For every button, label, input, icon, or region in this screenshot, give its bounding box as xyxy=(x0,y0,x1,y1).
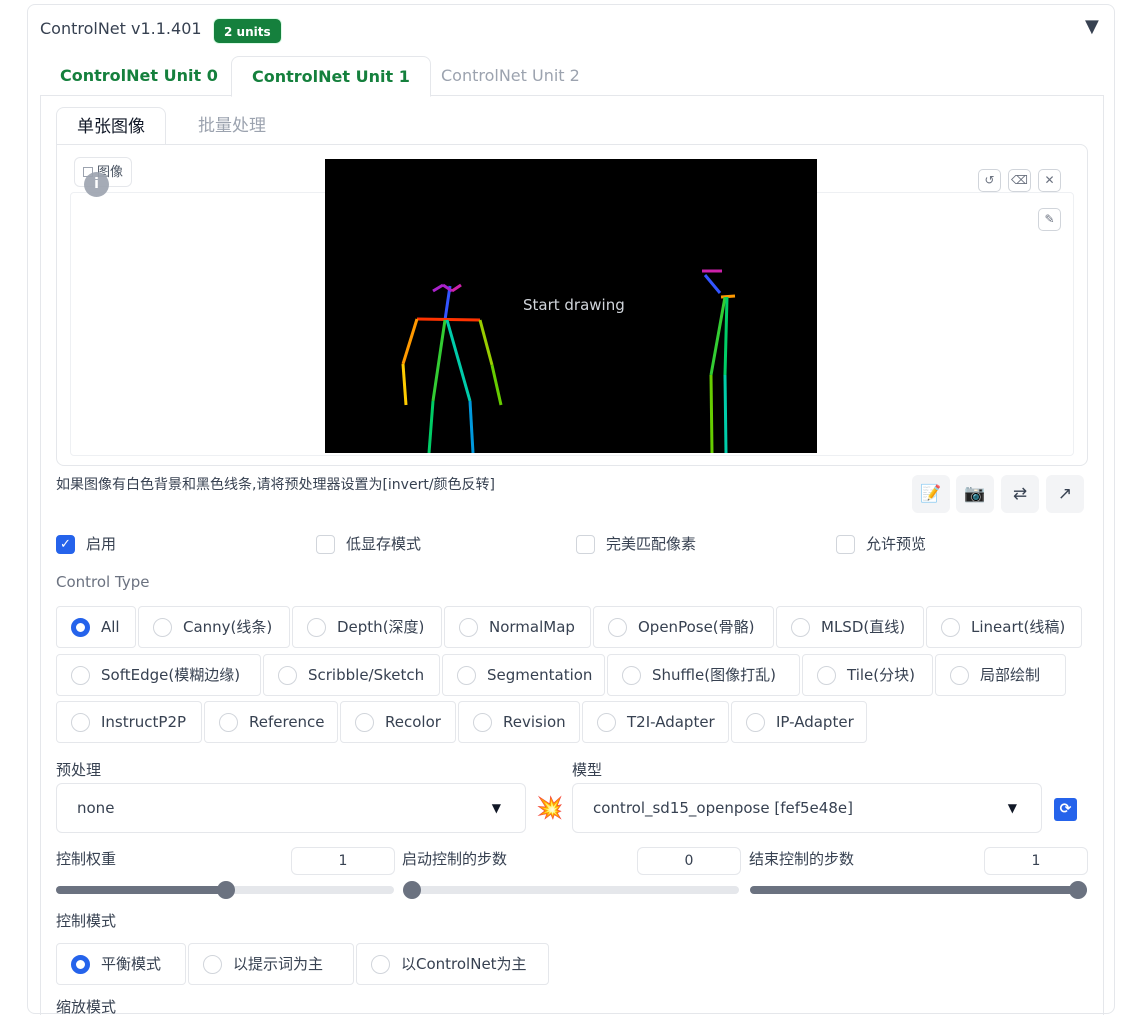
control-type-option[interactable]: SoftEdge(模糊边缘) xyxy=(56,654,261,696)
resize-mode-label: 缩放模式 xyxy=(56,998,117,1016)
units-badge: 2 units xyxy=(213,18,282,44)
preprocessor-label: 预处理 xyxy=(56,761,102,779)
canvas-overlay-text: Start drawing xyxy=(523,296,625,314)
run-preprocessor-icon[interactable]: 💥 xyxy=(536,796,563,821)
weight-input[interactable]: 1 xyxy=(291,847,395,875)
end-step-slider-thumb[interactable] xyxy=(1069,881,1087,899)
control-type-option[interactable]: IP-Adapter xyxy=(731,701,867,743)
edit-icon[interactable]: 📝 xyxy=(912,475,950,513)
allow-preview-checkbox[interactable] xyxy=(836,535,855,554)
start-step-slider[interactable] xyxy=(403,886,739,894)
chevron-down-icon: ▼ xyxy=(491,801,501,815)
weight-slider-fill xyxy=(56,886,226,894)
tab-batch[interactable]: 批量处理 xyxy=(178,107,286,145)
enable-checkbox[interactable]: ✓ xyxy=(56,535,75,554)
preprocessor-value: none xyxy=(77,799,115,817)
model-select[interactable]: control_sd15_openpose [fef5e48e] ▼ xyxy=(572,783,1042,833)
panel-title[interactable]: ControlNet v1.1.401 xyxy=(40,19,202,38)
image-tab-bar: 单张图像 批量处理 xyxy=(56,107,1088,146)
control-type-label: Control Type xyxy=(56,573,150,591)
control-type-option[interactable]: All xyxy=(56,606,136,648)
control-type-option[interactable]: Depth(深度) xyxy=(292,606,442,648)
low-vram-checkbox[interactable] xyxy=(316,535,335,554)
tab-unit-0[interactable]: ControlNet Unit 0 xyxy=(40,56,238,96)
enable-label: 启用 xyxy=(86,535,117,553)
control-type-option[interactable]: Lineart(线稿) xyxy=(926,606,1082,648)
control-mode-option[interactable]: 平衡模式 xyxy=(56,943,186,985)
tab-unit-2[interactable]: ControlNet Unit 2 xyxy=(421,56,600,96)
control-type-option[interactable]: 局部绘制 xyxy=(935,654,1066,696)
chevron-down-icon: ▼ xyxy=(1007,801,1017,815)
end-step-slider-fill xyxy=(750,886,1087,894)
control-mode-label: 控制模式 xyxy=(56,912,117,930)
send-icon[interactable]: ↗ xyxy=(1046,475,1084,513)
control-mode-option[interactable]: 以提示词为主 xyxy=(188,943,354,985)
info-icon[interactable]: i xyxy=(84,172,109,197)
triangle-down-icon[interactable]: ▼ xyxy=(1085,16,1099,37)
camera-icon[interactable]: 📷 xyxy=(956,475,994,513)
brush-icon[interactable]: ✎ xyxy=(1038,208,1061,231)
undo-icon[interactable]: ↺ xyxy=(978,169,1001,192)
control-mode-option[interactable]: 以ControlNet为主 xyxy=(356,943,549,985)
control-type-option[interactable]: Recolor xyxy=(340,701,456,743)
control-type-option[interactable]: Revision xyxy=(458,701,580,743)
weight-label: 控制权重 xyxy=(56,850,117,868)
control-type-option[interactable]: Reference xyxy=(204,701,338,743)
eraser-icon[interactable]: ⌫ xyxy=(1008,169,1031,192)
pixel-perfect-label: 完美匹配像素 xyxy=(606,535,697,553)
preprocessor-select[interactable]: none ▼ xyxy=(56,783,526,833)
start-step-label: 启动控制的步数 xyxy=(402,850,508,868)
control-type-option[interactable]: InstructP2P xyxy=(56,701,202,743)
start-step-slider-thumb[interactable] xyxy=(403,881,421,899)
invert-hint: 如果图像有白色背景和黑色线条,请将预处理器设置为[invert/颜色反转] xyxy=(56,477,495,493)
weight-slider-thumb[interactable] xyxy=(217,881,235,899)
model-value: control_sd15_openpose [fef5e48e] xyxy=(593,799,853,817)
control-type-option[interactable]: OpenPose(骨骼) xyxy=(593,606,774,648)
control-type-option[interactable]: Shuffle(图像打乱) xyxy=(607,654,800,696)
refresh-icon[interactable]: ⟳ xyxy=(1054,798,1077,821)
end-step-label: 结束控制的步数 xyxy=(749,850,855,868)
control-type-option[interactable]: Scribble/Sketch xyxy=(263,654,440,696)
swap-icon[interactable]: ⇄ xyxy=(1001,475,1039,513)
end-step-input[interactable]: 1 xyxy=(984,847,1088,875)
control-type-option[interactable]: Segmentation xyxy=(442,654,605,696)
pixel-perfect-checkbox[interactable] xyxy=(576,535,595,554)
allow-preview-label: 允许预览 xyxy=(866,535,927,553)
control-type-option[interactable]: NormalMap xyxy=(444,606,591,648)
low-vram-label: 低显存模式 xyxy=(346,535,422,553)
control-type-option[interactable]: T2I-Adapter xyxy=(582,701,729,743)
unit-tab-bar: ControlNet Unit 0 ControlNet Unit 1 Cont… xyxy=(40,56,1104,97)
model-label: 模型 xyxy=(572,761,603,779)
control-type-option[interactable]: MLSD(直线) xyxy=(776,606,924,648)
tab-unit-1[interactable]: ControlNet Unit 1 xyxy=(231,56,431,97)
start-step-input[interactable]: 0 xyxy=(637,847,741,875)
tab-single-image[interactable]: 单张图像 xyxy=(56,107,166,146)
control-type-option[interactable]: Tile(分块) xyxy=(802,654,933,696)
close-icon[interactable]: ✕ xyxy=(1038,169,1061,192)
control-type-option[interactable]: Canny(线条) xyxy=(138,606,290,648)
